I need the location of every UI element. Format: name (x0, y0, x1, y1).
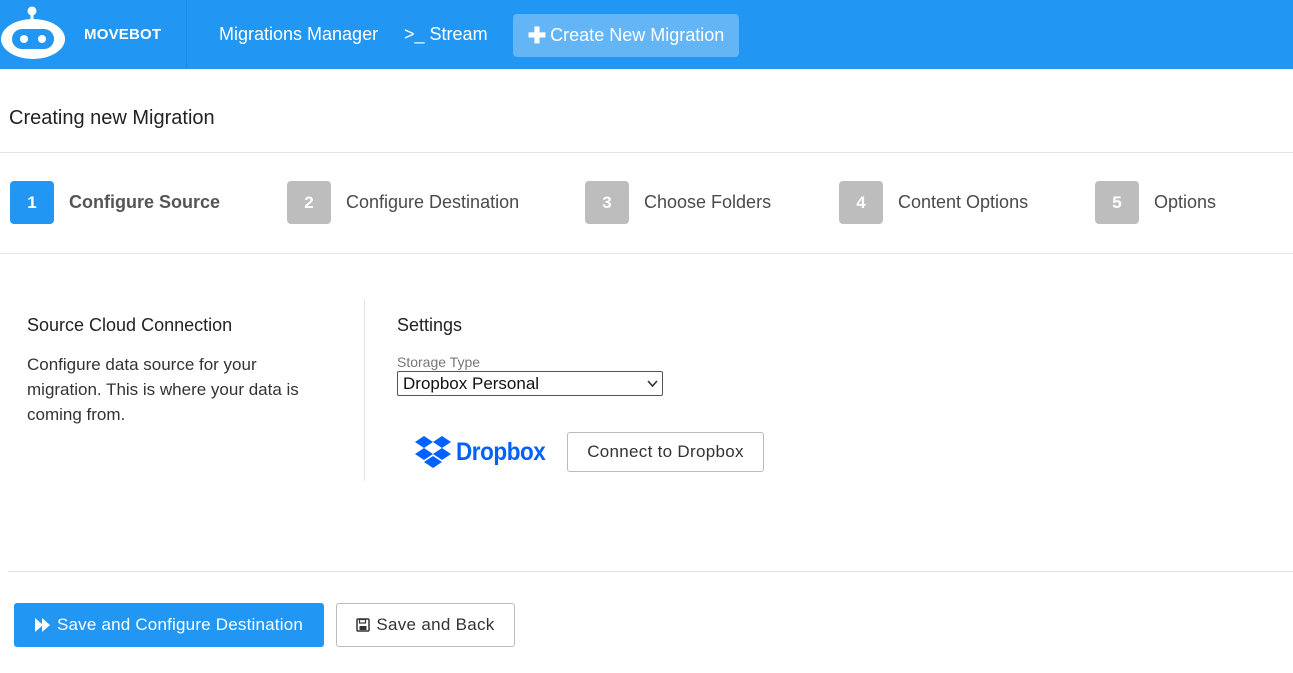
step-label: Configure Source (69, 192, 221, 212)
top-navbar: MOVEBOT Migrations Manager >_ Stream ✚ C… (0, 0, 1293, 69)
divider (0, 152, 1293, 153)
settings-title: Settings (397, 315, 463, 335)
create-new-migration-label: Create New Migration (550, 25, 725, 45)
source-section-title: Source Cloud Connection (27, 315, 233, 335)
storage-type-label: Storage Type (397, 354, 481, 370)
connect-to-dropbox-button[interactable]: Connect to Dropbox (567, 432, 764, 472)
step-number: 2 (287, 181, 331, 224)
brand[interactable]: MOVEBOT (0, 0, 187, 69)
storage-type-select[interactable]: Dropbox Personal (397, 371, 663, 396)
floppy-disk-icon (356, 618, 371, 632)
dropbox-wordmark: Dropbox (456, 437, 546, 466)
dropbox-logo: Dropbox (414, 435, 555, 469)
step-label: Configure Destination (346, 192, 520, 212)
dropbox-icon (415, 436, 451, 468)
step-number: 4 (839, 181, 883, 224)
save-and-back-button[interactable]: Save and Back (336, 603, 515, 647)
step-number: 5 (1095, 181, 1139, 224)
step-number: 1 (10, 181, 54, 224)
vertical-divider (364, 299, 365, 481)
step-choose-folders[interactable]: 3 Choose Folders (585, 181, 771, 224)
create-new-migration-button[interactable]: ✚ Create New Migration (513, 14, 739, 57)
chevron-down-icon (647, 372, 658, 403)
save-and-back-label: Save and Back (376, 615, 495, 634)
nav-stream-label: Stream (429, 24, 488, 44)
step-content-options[interactable]: 4 Content Options (839, 181, 1028, 224)
step-label: Options (1154, 192, 1217, 212)
step-label: Content Options (898, 192, 1029, 212)
step-configure-destination[interactable]: 2 Configure Destination (287, 181, 519, 224)
step-configure-source[interactable]: 1 Configure Source (10, 181, 220, 224)
nav-stream[interactable]: >_ Stream (404, 24, 488, 45)
divider (8, 571, 1293, 572)
brand-name: MOVEBOT (84, 26, 162, 43)
page-title: Creating new Migration (9, 107, 215, 129)
robot-icon (1, 6, 65, 59)
fast-forward-icon (34, 618, 50, 632)
storage-type-value: Dropbox Personal (403, 374, 540, 393)
plus-icon: ✚ (527, 22, 547, 48)
source-section-description: Configure data source for your migration… (27, 355, 299, 424)
nav-migrations-manager[interactable]: Migrations Manager (219, 24, 378, 45)
divider (0, 253, 1293, 254)
step-label: Choose Folders (644, 192, 772, 212)
save-and-configure-destination-label: Save and Configure Destination (56, 615, 304, 634)
save-and-configure-destination-button[interactable]: Save and Configure Destination (14, 603, 324, 647)
step-number: 3 (585, 181, 629, 224)
step-options[interactable]: 5 Options (1095, 181, 1216, 224)
terminal-prompt-icon: >_ (404, 24, 425, 44)
